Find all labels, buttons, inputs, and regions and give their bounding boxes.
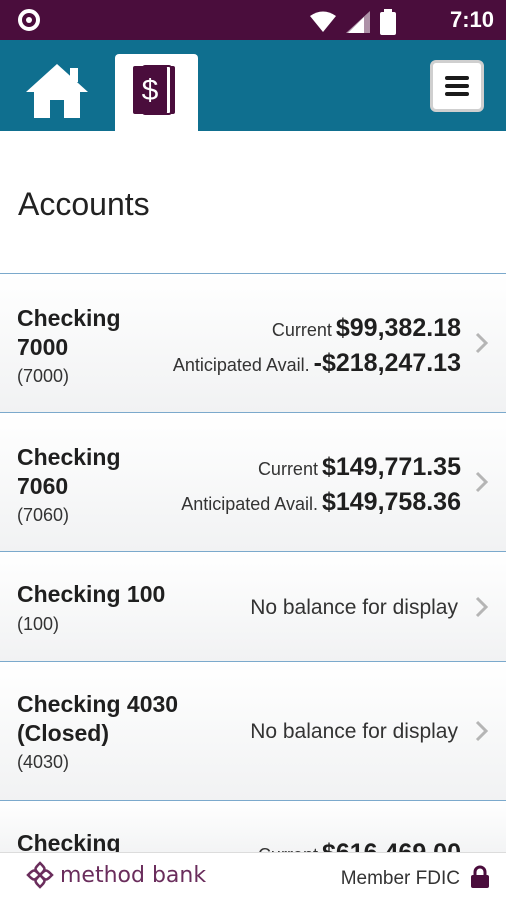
brand-logo: method bank bbox=[26, 861, 206, 889]
footer: method bank Member FDIC bbox=[0, 852, 506, 900]
account-row[interactable]: Checking 7060 (7060) Current $149,771.35… bbox=[0, 413, 506, 552]
battery-icon bbox=[380, 9, 396, 35]
svg-text:$: $ bbox=[142, 74, 159, 107]
home-button[interactable] bbox=[24, 62, 90, 120]
home-icon bbox=[26, 64, 88, 118]
account-number: (4030) bbox=[17, 752, 70, 772]
wifi-icon bbox=[310, 11, 336, 32]
account-list: Checking 7000 (7000) Current $99,382.18 … bbox=[0, 273, 506, 867]
no-balance-text: No balance for display bbox=[250, 596, 458, 619]
current-balance: Current $149,771.35 bbox=[257, 453, 461, 481]
signal-icon bbox=[346, 11, 370, 33]
status-bar: 7:10 bbox=[0, 0, 506, 40]
current-balance: Current $99,382.18 bbox=[271, 314, 461, 342]
no-balance-text: No balance for display bbox=[250, 720, 458, 743]
account-row[interactable]: Checking 100 (100) No balance for displa… bbox=[0, 552, 506, 662]
account-name: Checking 100 bbox=[17, 581, 166, 607]
brand-name: method bank bbox=[60, 862, 207, 888]
chevron-right-icon bbox=[475, 332, 489, 354]
system-icons bbox=[310, 9, 396, 35]
chevron-right-icon bbox=[475, 596, 489, 618]
dollar-document-icon: $ bbox=[133, 65, 175, 115]
clock: 7:10 bbox=[449, 7, 494, 32]
hamburger-menu-icon bbox=[445, 92, 469, 96]
account-name: Checking 4030 (Closed) bbox=[17, 691, 179, 746]
menu-button[interactable] bbox=[430, 60, 484, 112]
app-bar: $ bbox=[0, 40, 506, 131]
account-number: (7000) bbox=[17, 366, 70, 386]
anticipated-balance: Anticipated Avail. -$218,247.13 bbox=[172, 349, 461, 377]
account-row[interactable]: Checking 7000 (7000) Current $99,382.18 … bbox=[0, 274, 506, 413]
account-number: (7060) bbox=[17, 505, 70, 525]
account-name: Checking 7000 bbox=[17, 305, 121, 360]
page-title: Accounts bbox=[18, 186, 150, 222]
method-bank-logo-icon bbox=[26, 861, 54, 889]
fdic-text: Member FDIC bbox=[340, 868, 460, 889]
chevron-right-icon bbox=[475, 720, 489, 742]
tab-accounts[interactable]: $ bbox=[115, 54, 198, 131]
hamburger-menu-icon bbox=[445, 76, 469, 80]
anticipated-balance: Anticipated Avail. $149,758.36 bbox=[181, 488, 461, 516]
notification-icon bbox=[18, 9, 40, 31]
account-name: Checking 7060 bbox=[17, 444, 121, 499]
hamburger-menu-icon bbox=[445, 84, 469, 88]
account-number: (100) bbox=[17, 614, 60, 634]
lock-icon bbox=[471, 865, 489, 888]
account-row[interactable]: Checking 4030 (Closed) (4030) No balance… bbox=[0, 662, 506, 801]
chevron-right-icon bbox=[475, 471, 489, 493]
